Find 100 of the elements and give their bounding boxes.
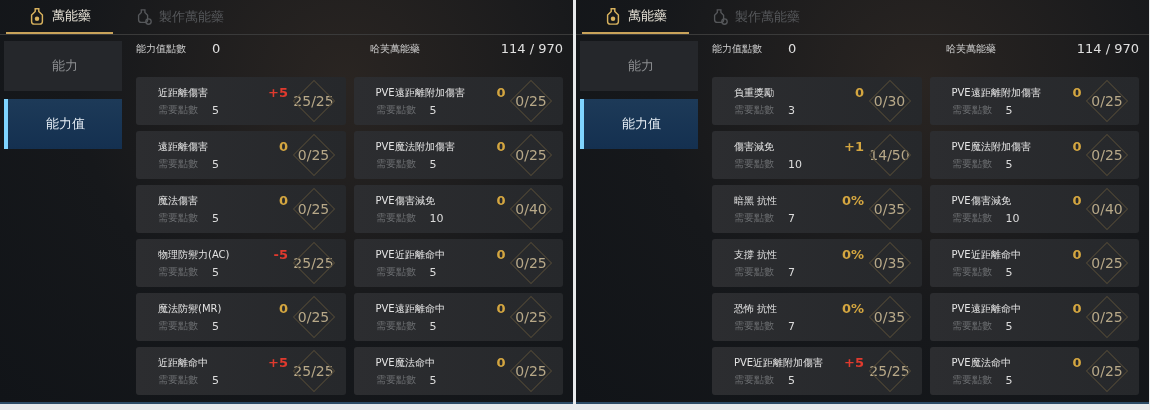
stat-bonus: 0% <box>841 193 864 208</box>
stat-bonus: 0 <box>1072 85 1082 100</box>
stat-name: PVE遠距離附加傷害 <box>951 85 1041 100</box>
elixir-label: 哈芙萬能藥 <box>369 41 420 56</box>
points-value: 0 <box>788 41 797 56</box>
stat-name: PVE近距離命中 <box>951 247 1021 262</box>
cost-value: 5 <box>212 373 219 387</box>
stat-bonus: 0 <box>496 355 506 370</box>
stat-name: 恐怖 抗性 <box>734 301 778 316</box>
cost-value: 10 <box>429 211 444 225</box>
cost-value: 5 <box>1005 373 1013 387</box>
cost-value: 5 <box>212 265 219 279</box>
progress-counter: 0/25 <box>289 132 338 178</box>
sidebar-item[interactable]: 能力值 <box>580 99 698 149</box>
stat-bonus: 0 <box>1072 355 1082 370</box>
stat-name: PVE近距離附加傷害 <box>734 355 824 370</box>
cost-value: 5 <box>788 373 795 387</box>
progress-counter: 0/25 <box>289 186 338 232</box>
cost-value: 7 <box>788 319 795 333</box>
potion-icon <box>604 7 622 25</box>
stat-name: PVE魔法附加傷害 <box>951 139 1031 154</box>
stat-bonus: 0 <box>1072 193 1082 208</box>
progress-counter: 0/25 <box>507 294 555 340</box>
progress-counter: 0/25 <box>507 132 555 178</box>
elixir-label: 哈芙萬能藥 <box>945 41 996 56</box>
cost-value: 10 <box>788 157 802 171</box>
progress-counter: 0/35 <box>865 240 914 286</box>
stat-bonus: +5 <box>268 355 288 370</box>
progress-counter: 0/25 <box>1083 78 1131 124</box>
stat-bonus: +1 <box>844 139 864 154</box>
points-value: 0 <box>212 41 221 56</box>
stat-name: PVE魔法命中 <box>375 355 435 370</box>
progress-counter: 25/25 <box>865 348 914 394</box>
stat-bonus: 0 <box>1072 139 1082 154</box>
progress-counter: 0/25 <box>1083 294 1131 340</box>
stat-bonus: 0 <box>496 301 506 316</box>
sidebar-item[interactable]: 能力 <box>4 41 122 91</box>
cost-value: 5 <box>1005 319 1013 333</box>
cost-value: 5 <box>212 211 219 225</box>
stat-name: PVE傷害減免 <box>375 193 435 208</box>
progress-counter: 0/25 <box>1083 132 1131 178</box>
progress-counter: 0/35 <box>865 294 914 340</box>
stat-bonus: 0 <box>496 247 506 262</box>
stat-bonus: 0 <box>278 301 288 316</box>
cost-value: 5 <box>1005 157 1013 171</box>
progress-counter: 25/25 <box>289 78 338 124</box>
tab[interactable]: 萬能藥 <box>582 0 689 34</box>
stat-name: PVE魔法附加傷害 <box>375 139 455 154</box>
progress-counter: 0/40 <box>507 186 555 232</box>
cost-value: 7 <box>788 211 795 225</box>
cost-value: 5 <box>429 265 437 279</box>
cost-value: 5 <box>429 103 437 117</box>
cost-value: 5 <box>212 103 219 117</box>
cost-value: 5 <box>429 319 437 333</box>
sidebar-item[interactable]: 能力 <box>580 41 698 91</box>
stat-name: 傷害減免 <box>734 139 774 154</box>
stat-name: PVE近距離命中 <box>375 247 445 262</box>
flask-gear-icon <box>711 8 729 26</box>
stat-bonus: 0 <box>278 193 288 208</box>
progress-counter: 0/25 <box>507 78 555 124</box>
cost-value: 10 <box>1005 211 1020 225</box>
progress-counter: 0/25 <box>507 348 555 394</box>
progress-counter: 0/25 <box>1083 348 1131 394</box>
stat-name: 近距離命中 <box>158 355 208 370</box>
progress-counter: 0/40 <box>1083 186 1131 232</box>
stat-name: PVE遠距離附加傷害 <box>375 85 465 100</box>
cost-value: 3 <box>788 103 795 117</box>
stat-bonus: 0 <box>1072 247 1082 262</box>
progress-counter: 14/50 <box>865 132 914 178</box>
stat-bonus: 0% <box>841 247 864 262</box>
stat-name: 物理防禦力(AC) <box>158 247 230 262</box>
cost-value: 5 <box>429 157 437 171</box>
cost-value: 7 <box>788 265 795 279</box>
progress-counter: 0/25 <box>507 240 555 286</box>
stat-bonus: 0 <box>278 139 288 154</box>
stat-name: PVE遠距離命中 <box>951 301 1021 316</box>
stat-name: 魔法防禦(MR) <box>158 301 222 316</box>
elixir-count: 114 / 970 <box>1076 41 1139 56</box>
sidebar-item[interactable]: 能力值 <box>4 99 122 149</box>
tab[interactable]: 萬能藥 <box>6 0 113 34</box>
cost-value: 5 <box>1005 103 1013 117</box>
progress-counter: 25/25 <box>289 348 338 394</box>
cost-value: 5 <box>1005 265 1013 279</box>
stat-bonus: 0 <box>496 139 506 154</box>
stat-name: 負重獎勵 <box>734 85 774 100</box>
progress-counter: 0/25 <box>289 294 338 340</box>
stat-bonus: 0 <box>496 85 506 100</box>
stat-name: PVE魔法命中 <box>951 355 1011 370</box>
stat-bonus: 0 <box>854 85 864 100</box>
potion-icon <box>28 7 46 25</box>
cost-value: 5 <box>212 157 219 171</box>
stat-name: 近距離傷害 <box>158 85 208 100</box>
stat-name: 遠距離傷害 <box>158 139 208 154</box>
stat-bonus: 0 <box>496 193 506 208</box>
stat-bonus: +5 <box>844 355 864 370</box>
stat-name: 魔法傷害 <box>158 193 198 208</box>
progress-counter: 0/25 <box>1083 240 1131 286</box>
stat-name: PVE遠距離命中 <box>375 301 445 316</box>
progress-counter: 0/35 <box>865 186 914 232</box>
elixir-count: 114 / 970 <box>500 41 563 56</box>
